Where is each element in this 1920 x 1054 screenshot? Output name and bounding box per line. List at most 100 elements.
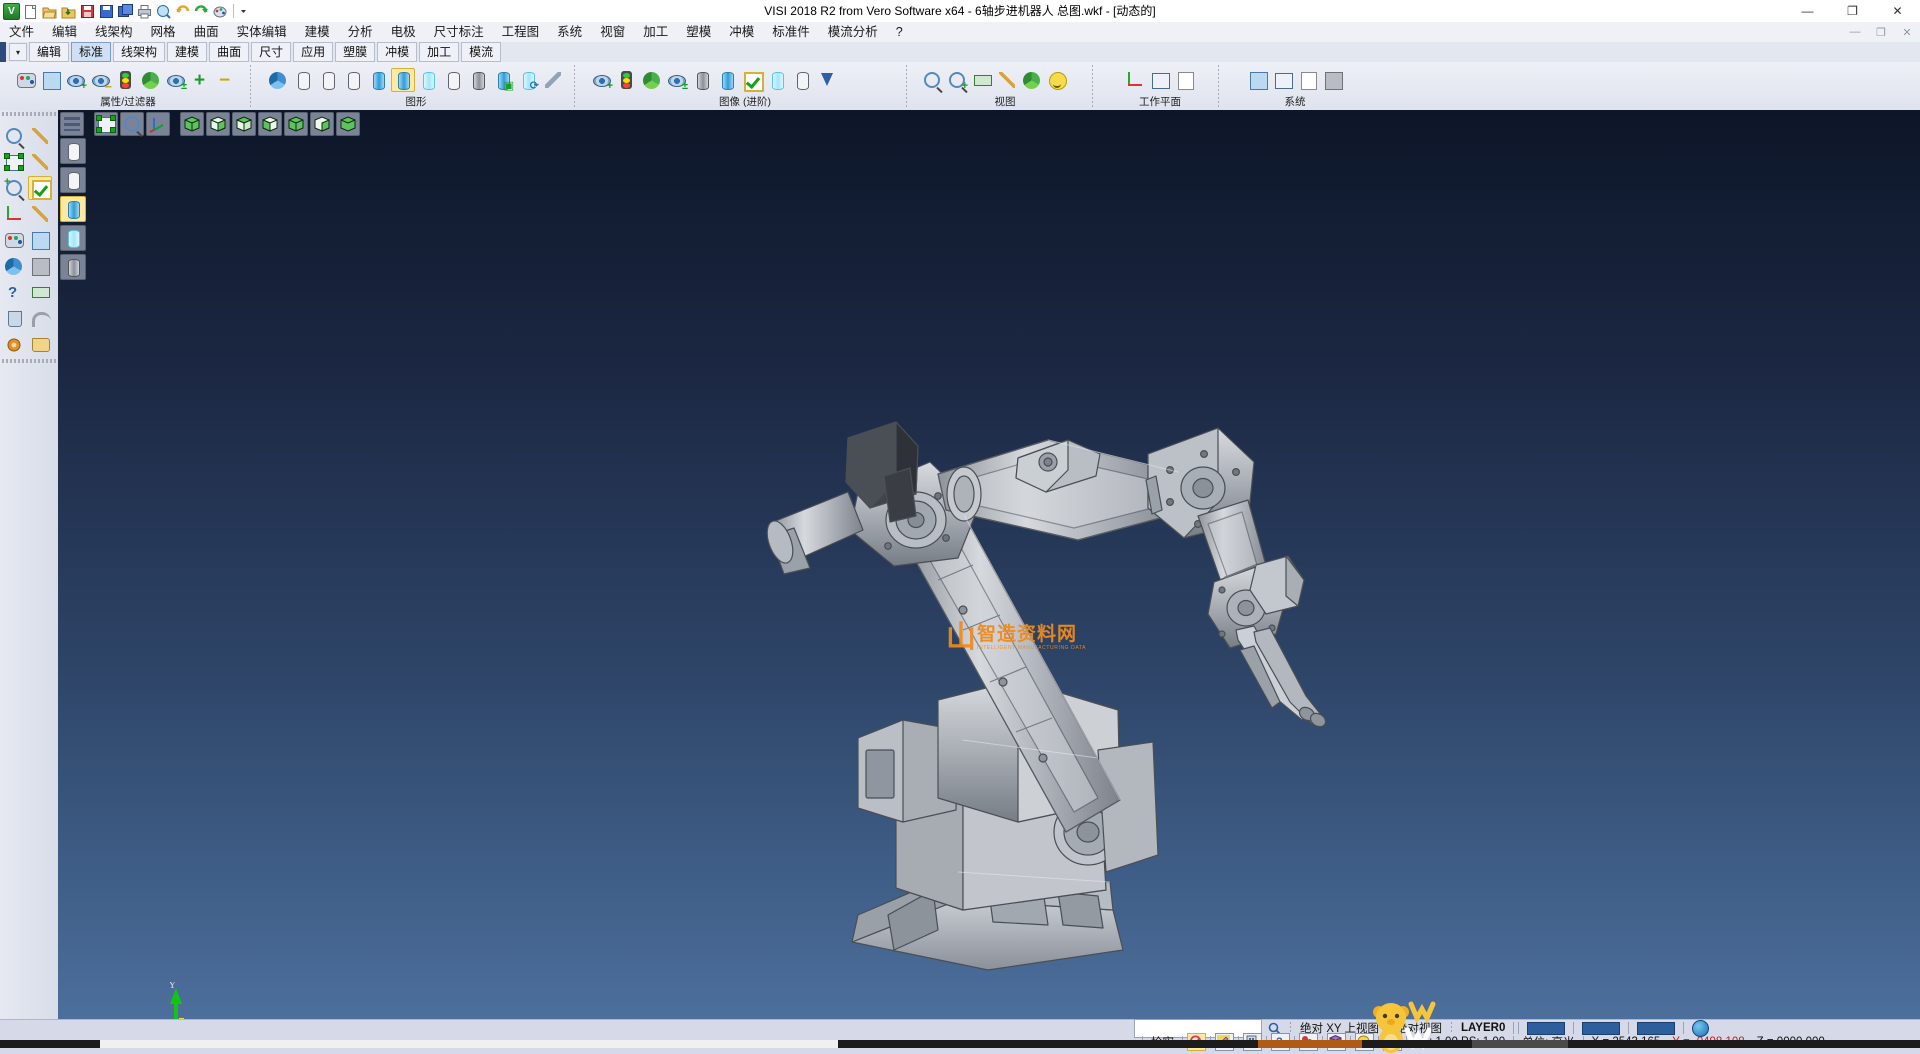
dimension-tool-icon[interactable] [28,280,52,304]
menu-item-1[interactable]: 编辑 [43,23,86,42]
shaded-with-edges-icon[interactable] [391,68,415,92]
color-swatch-1[interactable] [1521,1021,1571,1035]
ribbon-dropdown-icon[interactable]: ▾ [9,43,27,61]
view-standard-icon[interactable] [970,68,994,92]
globe-icon[interactable] [1686,1021,1715,1035]
solid-tool-icon[interactable] [28,254,52,278]
navigate-tool-icon[interactable] [2,332,26,356]
shaded-view-icon[interactable] [366,68,390,92]
open-file-tool-icon[interactable] [28,332,52,356]
workplane-tool-icon[interactable] [2,202,26,226]
ribbon-tab-machining[interactable]: 加工 [419,42,459,62]
transparent-view-icon[interactable] [416,68,440,92]
mdi-close-button[interactable]: ✕ [1894,22,1920,42]
minimize-button[interactable]: — [1785,0,1830,22]
ribbon-tab-standard[interactable]: 标准 [71,42,111,62]
undo-tool-icon[interactable] [28,306,52,330]
curve-tool-icon[interactable] [28,150,52,174]
mdi-maximize-button[interactable]: ❐ [1868,22,1894,42]
toggle-visibility-icon[interactable]: ± [164,68,188,92]
view-help-icon[interactable] [1045,68,1069,92]
menu-item-4[interactable]: 曲面 [185,23,228,42]
close-button[interactable]: ✕ [1875,0,1920,22]
color-icon[interactable] [212,3,229,20]
color-swatch-2[interactable] [1576,1021,1626,1035]
confirm-tool-icon[interactable] [28,176,52,200]
transparent-advanced-icon[interactable] [765,68,789,92]
save-as-icon[interactable] [98,3,115,20]
color-swatch-3[interactable] [1631,1021,1681,1035]
ribbon-tab-modeling[interactable]: 建模 [167,42,207,62]
show-advanced-icon[interactable]: + [590,68,614,92]
menu-item-9[interactable]: 尺寸标注 [425,23,493,42]
workplane-origin-icon[interactable] [1148,68,1172,92]
refresh-tool-icon[interactable] [2,254,26,278]
print-preview-icon[interactable] [155,3,172,20]
view-rotate-icon[interactable] [1020,68,1044,92]
open-file-icon[interactable] [41,3,58,20]
menu-item-15[interactable]: 冲模 [720,23,763,42]
ribbon-tab-press[interactable]: 冲模 [377,42,417,62]
hidden-line-view-icon[interactable] [316,68,340,92]
robot-model[interactable] [58,110,1920,1019]
shade-down-icon[interactable] [815,68,839,92]
traffic-light-filter-icon[interactable] [114,68,138,92]
menu-item-0[interactable]: 文件 [0,23,43,42]
draw-tool-icon[interactable] [28,124,52,148]
refresh-view-icon[interactable] [139,68,163,92]
menu-item-10[interactable]: 工程图 [493,23,549,42]
toggle-advanced-icon[interactable]: ± [665,68,689,92]
workplane-define-icon[interactable] [1123,68,1147,92]
menu-item-3[interactable]: 网格 [142,23,185,42]
ribbon-tab-mould[interactable]: 塑膜 [335,42,375,62]
customize-dropdown-icon[interactable] [238,3,255,20]
save-icon[interactable] [79,3,96,20]
render-quality-icon[interactable]: ▣ [491,68,515,92]
taskbar-items[interactable] [838,1040,1258,1048]
system-db-icon[interactable] [1321,68,1345,92]
graphic-settings-icon[interactable] [541,68,565,92]
hidden-line-dashed-icon[interactable] [341,68,365,92]
taskbar-item-3[interactable] [1472,1040,1568,1048]
shaded-advanced-icon[interactable] [715,68,739,92]
menu-item-7[interactable]: 分析 [339,23,382,42]
menu-item-18[interactable]: ? [887,23,912,42]
left-toolbar-grip[interactable] [2,112,56,116]
ribbon-tab-wireframe[interactable]: 线架构 [113,42,165,62]
ribbon-tab-edit[interactable]: 编辑 [29,42,69,62]
print-icon[interactable] [136,3,153,20]
select-window-icon[interactable] [2,150,26,174]
taskbar-search[interactable] [100,1040,838,1048]
refresh-advanced-icon[interactable] [640,68,664,92]
add-filter-icon[interactable]: + [189,68,213,92]
taskbar-tray[interactable] [1568,1040,1920,1048]
zoom-all-icon[interactable]: + [945,68,969,92]
menu-item-8[interactable]: 电极 [382,23,425,42]
wireframe-edges-icon[interactable] [441,68,465,92]
menu-item-6[interactable]: 建模 [296,23,339,42]
menu-item-11[interactable]: 系统 [548,23,591,42]
measure-icon[interactable] [995,68,1019,92]
ribbon-drag-handle[interactable] [0,42,6,62]
edit-curve-icon[interactable] [28,202,52,226]
zoom-window-icon[interactable] [920,68,944,92]
wireframe-advanced-icon[interactable] [790,68,814,92]
system-calc-icon[interactable] [1296,68,1320,92]
menu-item-16[interactable]: 标准件 [763,23,819,42]
cad-viewport[interactable]: 山 智造资料网 INTELLIGENT MANUFACTURING DATA Y… [58,110,1920,1019]
wireframe-view-icon[interactable] [291,68,315,92]
ribbon-tab-dimension[interactable]: 尺寸 [251,42,291,62]
new-file-icon[interactable] [22,3,39,20]
workplane-list-icon[interactable] [1173,68,1197,92]
menu-item-13[interactable]: 加工 [634,23,677,42]
undo-icon[interactable] [174,3,191,20]
menu-item-2[interactable]: 线架构 [86,23,142,42]
help-tool-icon[interactable]: ? [2,280,26,304]
ribbon-tab-flow[interactable]: 模流 [461,42,501,62]
dynamic-rotate-icon[interactable]: ⟳ [516,68,540,92]
ribbon-tab-apply[interactable]: 应用 [293,42,333,62]
regenerate-icon[interactable] [266,68,290,92]
layer-tool-icon[interactable] [28,228,52,252]
zoom-tool-icon[interactable] [2,124,26,148]
color-tool-icon[interactable] [2,228,26,252]
